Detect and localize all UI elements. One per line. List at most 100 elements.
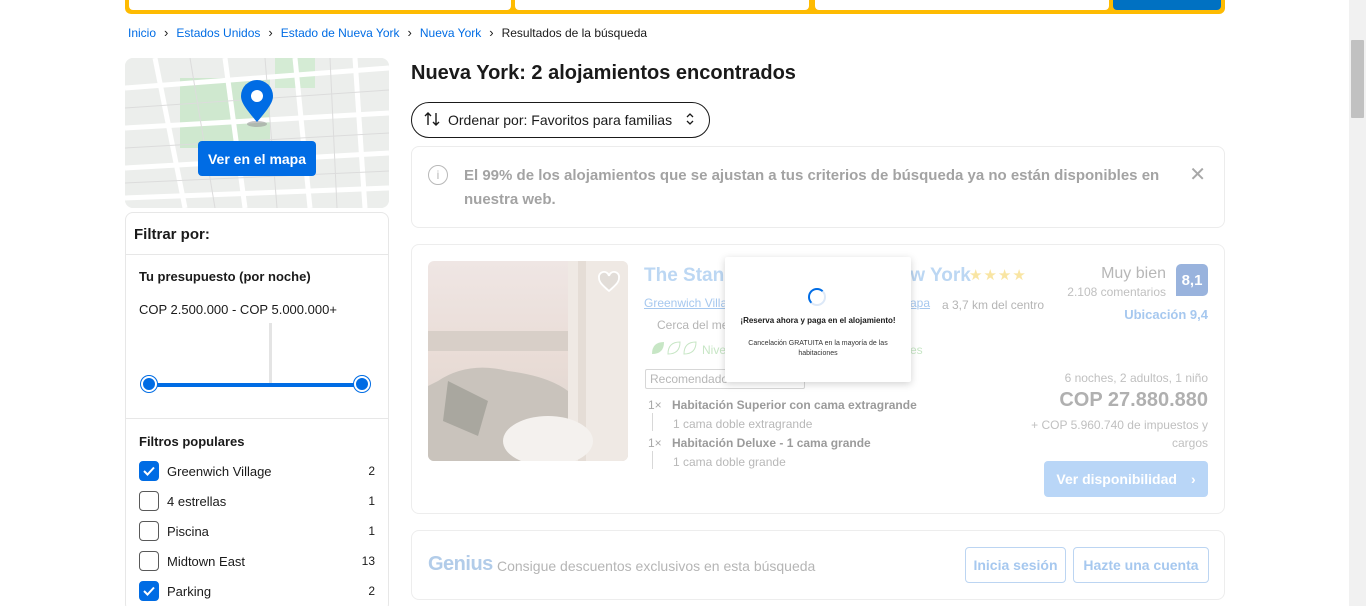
price: COP 27.880.880 bbox=[1059, 389, 1208, 411]
genius-text: Consigue descuentos exclusivos en esta b… bbox=[497, 558, 816, 574]
promo-popup: ¡Reserva ahora y paga en el alojamiento!… bbox=[725, 257, 911, 382]
search-button[interactable] bbox=[1113, 0, 1221, 10]
map-graphic bbox=[125, 58, 389, 208]
filters-title: Filtrar por: bbox=[134, 226, 210, 243]
sort-dropdown[interactable]: Ordenar por: Favoritos para familias bbox=[411, 102, 710, 138]
genius-logo: Genius bbox=[428, 553, 493, 575]
room-name: Habitación Superior con cama extragrande bbox=[672, 398, 917, 412]
room-bed: 1 cama doble grande bbox=[673, 455, 786, 469]
star-rating: ★★★★ bbox=[969, 267, 1027, 284]
sustainability-extra: es bbox=[910, 343, 923, 357]
filter-option-midtown-east[interactable]: Midtown East 13 bbox=[139, 551, 375, 571]
breadcrumb-link-country[interactable]: Estados Unidos bbox=[176, 26, 260, 40]
room-bed: 1 cama doble extragrande bbox=[673, 417, 813, 431]
taxes-text: + COP 5.960.740 de impuestos y cargos bbox=[1031, 418, 1208, 450]
review-word: Muy bien bbox=[1101, 265, 1166, 282]
budget-slider-track[interactable] bbox=[149, 383, 363, 387]
divider bbox=[126, 418, 388, 419]
filter-option-greenwich-village[interactable]: Greenwich Village 2 bbox=[139, 461, 375, 481]
room-row: 1× Habitación Deluxe - 1 cama grande bbox=[648, 436, 871, 450]
filter-label: Greenwich Village bbox=[167, 463, 272, 479]
checkbox-icon[interactable] bbox=[139, 491, 159, 511]
search-bar bbox=[125, 0, 1225, 14]
filter-label: Piscina bbox=[167, 523, 209, 539]
notice-text: El 99% de los alojamientos que se ajusta… bbox=[464, 167, 1160, 208]
budget-slider-max-handle[interactable] bbox=[354, 376, 370, 392]
heart-icon[interactable] bbox=[596, 269, 622, 295]
page-scrollbar[interactable] bbox=[1349, 0, 1366, 606]
checkbox-icon[interactable] bbox=[139, 521, 159, 541]
popular-filters-title: Filtros populares bbox=[139, 434, 245, 449]
breadcrumb-link-state[interactable]: Estado de Nueva York bbox=[281, 26, 400, 40]
budget-histogram-bar bbox=[269, 323, 272, 383]
filter-count: 2 bbox=[368, 464, 375, 478]
breadcrumb-link-city[interactable]: Nueva York bbox=[420, 26, 481, 40]
chevron-right-icon: › bbox=[489, 25, 494, 40]
filter-label: 4 estrellas bbox=[167, 493, 227, 509]
budget-range-value: COP 2.500.000 - COP 5.000.000+ bbox=[139, 302, 337, 317]
chevron-right-icon: › bbox=[1190, 471, 1196, 487]
guests-field[interactable] bbox=[815, 0, 1109, 10]
close-icon[interactable]: ✕ bbox=[1189, 165, 1206, 185]
filter-count: 13 bbox=[361, 554, 375, 568]
budget-slider-min-handle[interactable] bbox=[141, 376, 157, 392]
create-account-button[interactable]: Hazte una cuenta bbox=[1073, 547, 1209, 583]
chevron-right-icon: › bbox=[268, 25, 273, 40]
filter-label: Parking bbox=[167, 583, 212, 599]
sustainability-label: Nive bbox=[702, 342, 727, 357]
checkbox-icon[interactable] bbox=[139, 551, 159, 571]
checkbox-checked-icon[interactable] bbox=[139, 581, 159, 601]
budget-title: Tu presupuesto (por noche) bbox=[139, 269, 311, 284]
review-count: 2.108 comentarios bbox=[1067, 285, 1166, 299]
filter-option-4-stars[interactable]: 4 estrellas 1 bbox=[139, 491, 375, 511]
location-score: Ubicación 9,4 bbox=[1124, 307, 1208, 322]
near-text: Cerca del me bbox=[657, 318, 729, 332]
checkbox-checked-icon[interactable] bbox=[139, 461, 159, 481]
popup-subtitle: Cancelación GRATUITA en la mayoría de la… bbox=[748, 340, 888, 357]
room-name: Habitación Deluxe - 1 cama grande bbox=[672, 436, 871, 450]
breadcrumb: Inicio › Estados Unidos › Estado de Nuev… bbox=[128, 25, 647, 40]
sustainability-badge: Nive bbox=[650, 340, 726, 359]
view-map-button[interactable]: Ver en el mapa bbox=[198, 141, 316, 176]
sort-arrows-icon bbox=[424, 111, 440, 129]
filter-option-parking[interactable]: Parking 2 bbox=[139, 581, 375, 601]
breadcrumb-current: Resultados de la búsqueda bbox=[501, 25, 648, 40]
show-on-map-link[interactable]: apa bbox=[910, 296, 930, 310]
filter-label: Midtown East bbox=[167, 553, 246, 569]
filter-count: 1 bbox=[368, 524, 375, 538]
filter-option-pool[interactable]: Piscina 1 bbox=[139, 521, 375, 541]
results-title: Nueva York: 2 alojamientos encontrados bbox=[411, 62, 796, 84]
see-availability-button[interactable]: Ver disponibilidad › bbox=[1044, 461, 1208, 497]
filter-count: 1 bbox=[368, 494, 375, 508]
leaf-icon bbox=[650, 340, 700, 359]
chevron-up-down-icon bbox=[685, 112, 695, 128]
map-thumbnail[interactable]: Ver en el mapa bbox=[125, 58, 389, 208]
loading-spinner-icon bbox=[808, 288, 826, 306]
stay-details: 6 noches, 2 adultos, 1 niño bbox=[1064, 371, 1208, 385]
breadcrumb-link-home[interactable]: Inicio bbox=[128, 26, 156, 40]
property-name-end[interactable]: w York bbox=[910, 265, 971, 286]
property-name-start[interactable]: The Stan bbox=[644, 265, 724, 286]
filters-panel: Filtrar por: Tu presupuesto (por noche) … bbox=[125, 212, 389, 606]
genius-banner: Genius Consigue descuentos exclusivos en… bbox=[411, 530, 1225, 600]
availability-button-label: Ver disponibilidad bbox=[1056, 471, 1177, 487]
chevron-right-icon: › bbox=[164, 25, 169, 40]
divider bbox=[652, 451, 653, 469]
destination-field[interactable] bbox=[129, 0, 511, 10]
popup-title: ¡Reserva ahora y paga en el alojamiento! bbox=[740, 316, 896, 325]
info-icon: i bbox=[428, 165, 448, 185]
distance-text: a 3,7 km del centro bbox=[942, 298, 1045, 312]
location-link[interactable]: Greenwich Villa bbox=[644, 296, 727, 310]
room-row: 1× Habitación Superior con cama extragran… bbox=[648, 398, 917, 412]
sign-in-button[interactable]: Inicia sesión bbox=[965, 547, 1066, 583]
chevron-right-icon: › bbox=[407, 25, 412, 40]
availability-notice: i El 99% de los alojamientos que se ajus… bbox=[411, 146, 1225, 228]
divider bbox=[652, 413, 653, 431]
divider bbox=[126, 254, 388, 255]
room-quantity: 1× bbox=[648, 436, 662, 450]
scrollbar-thumb[interactable] bbox=[1351, 40, 1364, 118]
dates-field[interactable] bbox=[515, 0, 809, 10]
review-score-badge[interactable]: 8,1 bbox=[1176, 264, 1208, 296]
filter-count: 2 bbox=[368, 584, 375, 598]
room-quantity: 1× bbox=[648, 398, 662, 412]
